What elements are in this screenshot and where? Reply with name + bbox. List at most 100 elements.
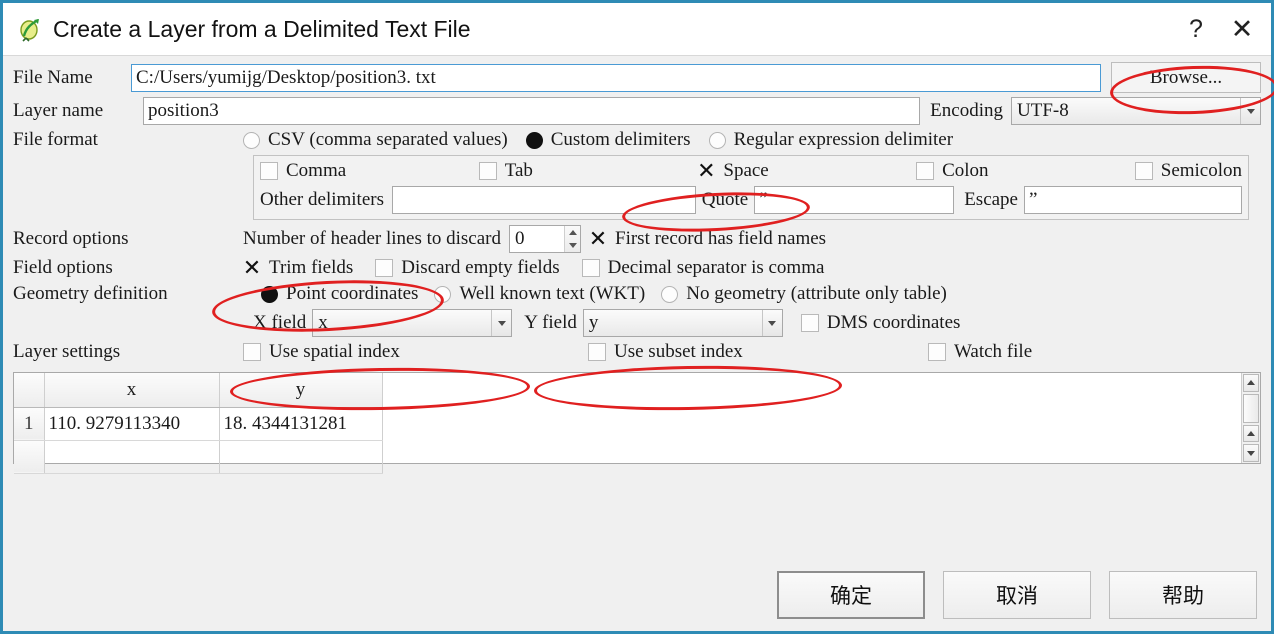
checkbox-spatial-index-indicator <box>243 343 261 361</box>
qgis-logo-icon <box>17 16 43 42</box>
table-cell-x[interactable]: 110. 9279113340 <box>44 407 219 440</box>
browse-button[interactable]: Browse... <box>1111 62 1261 93</box>
help-button[interactable]: 帮助 <box>1109 571 1257 619</box>
radio-wkt-label: Well known text (WKT) <box>459 283 645 305</box>
radio-point-coordinates-label: Point coordinates <box>286 283 418 305</box>
checkbox-semicolon[interactable]: Semicolon <box>1135 160 1242 182</box>
table-row-number: 1 <box>14 407 44 440</box>
scroll-down-icon[interactable] <box>1243 444 1259 462</box>
checkbox-trim-fields-label: Trim fields <box>269 257 353 279</box>
radio-csv[interactable]: CSV (comma separated values) <box>243 129 508 151</box>
x-field-label: X field <box>253 312 306 334</box>
field-options-label: Field options <box>13 257 243 279</box>
xy-field-row: X field x Y field y DMS coordinates <box>13 309 1261 337</box>
checkbox-colon-label: Colon <box>942 160 988 182</box>
encoding-label: Encoding <box>930 100 1003 122</box>
other-delimiters-label: Other delimiters <box>260 189 384 211</box>
radio-regex-delimiter[interactable]: Regular expression delimiter <box>709 129 954 151</box>
checkbox-semicolon-indicator <box>1135 162 1153 180</box>
radio-point-coordinates[interactable]: Point coordinates <box>261 283 418 305</box>
y-field-label: Y field <box>524 312 577 334</box>
y-field-select[interactable]: y <box>583 309 783 337</box>
radio-regex-delimiter-label: Regular expression delimiter <box>734 129 954 151</box>
title-bar: Create a Layer from a Delimited Text Fil… <box>3 3 1271 56</box>
layer-name-row: Layer name Encoding UTF-8 <box>13 97 1261 125</box>
file-name-row: File Name Browse... <box>13 62 1261 93</box>
table-header-x[interactable]: x <box>44 373 219 407</box>
checkbox-trim-fields[interactable]: Trim fields <box>243 257 353 279</box>
help-titlebar-button[interactable]: ? <box>1173 7 1219 51</box>
checkbox-use-spatial-index[interactable]: Use spatial index <box>243 341 588 363</box>
delimiters-group: Comma Tab Space Colon Semicolon <box>253 155 1249 220</box>
table-row[interactable]: 1 110. 9279113340 18. 4344131281 <box>14 407 382 440</box>
checkbox-use-subset-index[interactable]: Use subset index <box>588 341 928 363</box>
radio-no-geometry[interactable]: No geometry (attribute only table) <box>661 283 947 305</box>
radio-regex-delimiter-indicator <box>709 132 726 149</box>
other-delimiters-row: Other delimiters Quote Escape <box>260 186 1242 214</box>
table-empty-cell-y <box>219 440 382 473</box>
table-cell-y[interactable]: 18. 4344131281 <box>219 407 382 440</box>
checkbox-subset-index-indicator <box>588 343 606 361</box>
radio-custom-delimiters[interactable]: Custom delimiters <box>526 129 691 151</box>
layer-name-input[interactable] <box>143 97 920 125</box>
file-format-row: File format CSV (comma separated values)… <box>13 129 1261 151</box>
dialog-footer: 确定 取消 帮助 <box>3 571 1271 631</box>
chevron-down-icon <box>491 310 511 336</box>
checkbox-dms-label: DMS coordinates <box>827 312 961 334</box>
preview-table-container: x y 1 110. 9279113340 18. 4344131281 <box>13 372 1261 464</box>
other-delimiters-input[interactable] <box>392 186 696 214</box>
checkbox-dms-coordinates[interactable]: DMS coordinates <box>801 312 961 334</box>
header-lines-label: Number of header lines to discard <box>243 228 501 250</box>
close-icon[interactable]: ✕ <box>1219 7 1265 51</box>
file-name-label: File Name <box>13 67 131 89</box>
layer-settings-row: Layer settings Use spatial index Use sub… <box>13 341 1261 363</box>
radio-wkt[interactable]: Well known text (WKT) <box>434 283 645 305</box>
checkbox-colon[interactable]: Colon <box>916 160 1135 182</box>
radio-no-geometry-label: No geometry (attribute only table) <box>686 283 947 305</box>
escape-input[interactable] <box>1024 186 1242 214</box>
checkbox-first-record-field-names[interactable]: First record has field names <box>589 228 826 250</box>
table-header-row: x y <box>14 373 382 407</box>
scrollbar-thumb[interactable] <box>1243 394 1259 423</box>
checkbox-discard-empty-label: Discard empty fields <box>401 257 559 279</box>
stepper-down-icon[interactable] <box>565 239 580 252</box>
checkbox-tab-indicator <box>479 162 497 180</box>
encoding-value: UTF-8 <box>1017 100 1069 122</box>
form-area: File Name Browse... Layer name Encoding … <box>3 56 1271 367</box>
record-options-label: Record options <box>13 228 243 250</box>
table-vertical-scrollbar[interactable] <box>1241 373 1260 463</box>
stepper-up-icon[interactable] <box>565 226 580 239</box>
chevron-down-icon <box>1240 98 1260 124</box>
delimiter-checkbox-row: Comma Tab Space Colon Semicolon <box>260 160 1242 182</box>
table-header-y[interactable]: y <box>219 373 382 407</box>
preview-table: x y 1 110. 9279113340 18. 4344131281 <box>14 373 383 474</box>
scroll-up-icon-secondary[interactable] <box>1243 425 1259 443</box>
table-empty-cell-x <box>44 440 219 473</box>
checkbox-space[interactable]: Space <box>697 160 916 182</box>
checkbox-comma[interactable]: Comma <box>260 160 479 182</box>
checkbox-watch-file[interactable]: Watch file <box>928 341 1032 363</box>
encoding-select[interactable]: UTF-8 <box>1011 97 1261 125</box>
radio-point-coordinates-indicator <box>261 286 278 303</box>
table-empty-row <box>14 440 382 473</box>
checkbox-discard-empty-indicator <box>375 259 393 277</box>
table-corner-header <box>14 373 44 407</box>
quote-input[interactable] <box>754 186 954 214</box>
file-name-input[interactable] <box>131 64 1101 92</box>
scroll-up-icon[interactable] <box>1243 374 1259 392</box>
header-lines-stepper[interactable]: 0 <box>509 225 581 253</box>
radio-csv-label: CSV (comma separated values) <box>268 129 508 151</box>
checkbox-space-label: Space <box>723 160 768 182</box>
checkbox-dms-indicator <box>801 314 819 332</box>
quote-label: Quote <box>702 189 748 211</box>
checkbox-trim-fields-indicator <box>243 259 261 277</box>
checkbox-space-indicator <box>697 162 715 180</box>
stepper-buttons[interactable] <box>564 226 580 252</box>
field-options-row: Field options Trim fields Discard empty … <box>13 257 1261 279</box>
checkbox-decimal-separator-comma[interactable]: Decimal separator is comma <box>582 257 825 279</box>
ok-button[interactable]: 确定 <box>777 571 925 619</box>
checkbox-discard-empty-fields[interactable]: Discard empty fields <box>375 257 559 279</box>
checkbox-tab[interactable]: Tab <box>479 160 698 182</box>
x-field-select[interactable]: x <box>312 309 512 337</box>
cancel-button[interactable]: 取消 <box>943 571 1091 619</box>
